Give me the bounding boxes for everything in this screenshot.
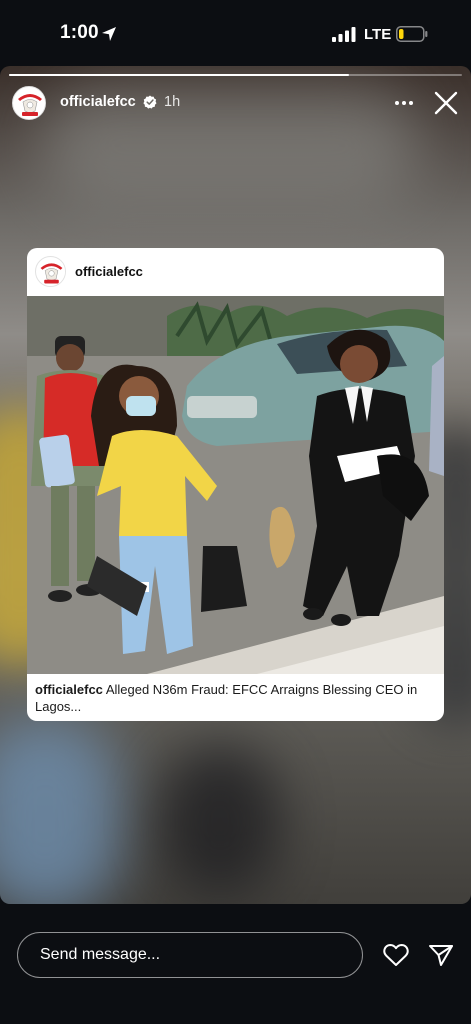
story-header: officialefcc 1h [12, 86, 459, 120]
post-photo[interactable] [27, 296, 444, 674]
clock-time: 1:00 [60, 22, 99, 43]
efcc-logo-icon [14, 88, 45, 119]
send-message-placeholder: Send message... [40, 946, 161, 963]
paper-plane-icon[interactable] [428, 943, 454, 967]
story-progress-fill [9, 74, 349, 76]
efcc-logo-icon [36, 257, 65, 286]
post-caption: officialefcc Alleged N36m Fraud: EFCC Ar… [35, 681, 435, 715]
shared-post-card[interactable]: officialefcc officialefcc Alleged N36m F… [27, 248, 444, 721]
story-timestamp: 1h [164, 94, 181, 110]
blurred-background-shape [0, 716, 120, 904]
post-avatar[interactable] [35, 256, 66, 287]
battery-icon [396, 26, 428, 42]
news-photo-image [27, 296, 444, 674]
profile-avatar[interactable] [12, 86, 46, 120]
signal-icon [332, 27, 356, 42]
post-username[interactable]: officialefcc [75, 264, 143, 279]
story-progress-bar [9, 74, 462, 76]
story-viewer[interactable]: officialefcc 1h officialefcc officialefc… [0, 66, 471, 904]
location-arrow-icon [102, 27, 116, 41]
story-username[interactable]: officialefcc [60, 94, 136, 110]
reply-bar: Send message... [0, 904, 471, 1024]
status-bar: 1:00 LTE [0, 0, 471, 66]
heart-icon[interactable] [383, 943, 409, 967]
more-icon[interactable] [393, 94, 415, 112]
blurred-background-shape [160, 746, 280, 896]
close-icon[interactable] [433, 90, 459, 116]
caption-username[interactable]: officialefcc [35, 682, 103, 697]
post-header: officialefcc [27, 248, 444, 296]
network-type: LTE [364, 26, 392, 43]
send-message-input[interactable]: Send message... [17, 932, 363, 978]
verified-badge-icon [143, 95, 157, 109]
